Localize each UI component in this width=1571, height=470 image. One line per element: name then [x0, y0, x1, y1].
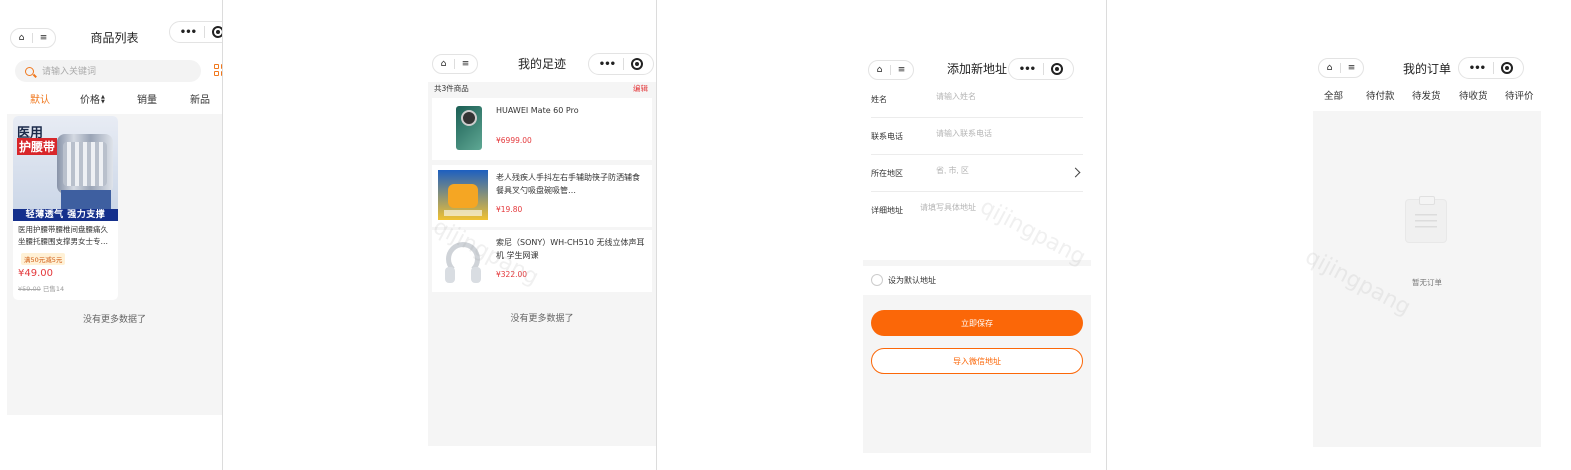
phone-label: 联系电话	[871, 132, 903, 141]
orders-screen: ⌂ ≡ 我的订单 ••• 全部 待付款 待发货 待收货 待评价 暂无订单	[1313, 55, 1541, 447]
close-target-icon[interactable]	[212, 26, 222, 38]
capsule-separator	[622, 58, 624, 70]
region-row[interactable]: 所在地区	[871, 156, 1083, 192]
product-image	[438, 104, 488, 154]
product-name: 老人残疾人手抖左右手辅助筷子防洒辅食餐具叉勺吸盘碗吸管…	[496, 173, 640, 195]
mini-program-capsule: •••	[169, 21, 222, 43]
headphone-graphic	[445, 242, 481, 283]
capsule-separator	[203, 26, 205, 38]
phone-graphic	[456, 106, 482, 150]
more-icon[interactable]: •••	[599, 59, 616, 70]
coupon-badge: 满50元减5元	[21, 253, 66, 265]
tab-pending-review[interactable]: 待评价	[1505, 88, 1534, 106]
product-name: HUAWEI Mate 60 Pro	[496, 106, 579, 115]
tab-pending-receipt[interactable]: 待收货	[1459, 88, 1488, 106]
product-price: ¥49.00	[18, 268, 53, 279]
section-gap	[863, 260, 1091, 266]
capsule-separator	[1042, 63, 1044, 75]
name-field[interactable]	[936, 92, 1076, 101]
tab-price[interactable]: 价格▲▼	[80, 92, 107, 110]
belt-graphic	[57, 134, 113, 194]
search-icon	[25, 66, 34, 76]
more-icon[interactable]: •••	[1469, 63, 1486, 74]
sort-arrows-icon: ▲▼	[101, 94, 105, 105]
no-more-text: 没有更多数据了	[82, 315, 146, 325]
footprint-item[interactable]: HUAWEI Mate 60 Pro ¥6999.00	[432, 98, 652, 160]
default-label: 设为默认地址	[888, 275, 936, 285]
nav-bar: ⌂ ≡ 商品列表 •••	[7, 21, 222, 53]
tab-all[interactable]: 全部	[1324, 88, 1343, 106]
save-button[interactable]: 立即保存	[871, 310, 1083, 336]
close-target-icon[interactable]	[1051, 63, 1064, 75]
import-wechat-address-button[interactable]: 导入微信地址	[871, 348, 1083, 374]
region-label: 所在地区	[871, 169, 903, 178]
image-banner: 轻薄透气 强力支撑	[13, 209, 118, 221]
region-field[interactable]	[936, 166, 1076, 175]
product-price: ¥6999.00	[496, 136, 532, 145]
product-card[interactable]: 医用 护腰带 轻薄透气 强力支撑 医用护腰带腰椎间盘腰痛久坐腰托腰围支撑男女士专…	[13, 116, 118, 300]
mini-program-capsule: •••	[1008, 58, 1074, 80]
divider	[222, 0, 223, 470]
no-more-text: 没有更多数据了	[510, 314, 574, 324]
product-price: ¥19.80	[496, 205, 523, 214]
order-tabs: 全部 待付款 待发货 待收货 待评价	[1313, 88, 1541, 106]
detail-address-field[interactable]	[920, 203, 1060, 212]
tab-pending-payment[interactable]: 待付款	[1366, 88, 1395, 106]
footprint-screen: ⌂ ≡ 我的足迹 ••• 共3件商品 编辑 HUAWEI Mate 60 Pro…	[428, 47, 656, 446]
close-target-icon[interactable]	[631, 58, 644, 70]
search-input[interactable]	[42, 66, 182, 76]
product-image: 医用 护腰带 轻薄透气 强力支撑	[13, 116, 118, 221]
sold-count: 已售14	[42, 285, 65, 293]
product-price: ¥322.00	[496, 270, 528, 279]
detail-address-label: 详细地址	[871, 206, 903, 215]
nav-bar: ⌂ ≡ 我的足迹 •••	[428, 49, 656, 79]
tab-default[interactable]: 默认	[30, 92, 50, 110]
phone-field[interactable]	[936, 129, 1076, 138]
tab-price-label: 价格	[80, 95, 100, 106]
name-row: 姓名	[871, 82, 1083, 118]
content-background: 暂无订单	[1313, 111, 1541, 447]
more-icon[interactable]: •••	[1019, 64, 1036, 75]
product-title: 医用护腰带腰椎间盘腰痛久坐腰托腰围支撑男女士专…	[18, 225, 108, 246]
tab-sales[interactable]: 销量	[137, 92, 157, 110]
tab-new[interactable]: 新品	[190, 92, 210, 110]
search-bar[interactable]	[15, 60, 201, 82]
default-address-toggle[interactable]: 设为默认地址	[871, 271, 936, 289]
footprint-item[interactable]: 老人残疾人手抖左右手辅助筷子防洒辅食餐具叉勺吸盘碗吸管… ¥19.80	[432, 165, 652, 227]
more-icon[interactable]: •••	[180, 27, 197, 38]
utensil-graphic	[438, 170, 488, 220]
mini-program-capsule: •••	[1458, 57, 1524, 79]
count-bar: 共3件商品 编辑	[428, 82, 656, 96]
tab-pending-shipment[interactable]: 待发货	[1412, 88, 1441, 106]
image-text: 护腰带	[17, 138, 58, 155]
divider	[1106, 0, 1107, 470]
default-radio[interactable]	[871, 274, 883, 286]
capsule-separator	[1492, 62, 1494, 74]
edit-button[interactable]: 编辑	[633, 82, 648, 96]
chevron-right-icon[interactable]	[1070, 167, 1081, 178]
name-label: 姓名	[871, 95, 887, 104]
empty-orders-text: 暂无订单	[1412, 278, 1442, 287]
close-target-icon[interactable]	[1501, 62, 1514, 74]
product-list-screen: ⌂ ≡ 商品列表 ••• 默认 价格▲▼ 销量 新品 医用 护腰带 轻薄透气 强…	[7, 0, 222, 415]
product-name: 索尼（SONY）WH-CH510 无线立体声耳机 学生网课	[496, 238, 645, 260]
phone-row: 联系电话	[871, 119, 1083, 155]
add-address-screen: ⌂ ≡ 添加新地址 ••• 姓名 联系电话 所在地区 详细地址 设为默认地址 立…	[863, 55, 1091, 453]
product-image	[438, 236, 488, 286]
footprint-item[interactable]: 索尼（SONY）WH-CH510 无线立体声耳机 学生网课 ¥322.00	[432, 230, 652, 292]
sort-tabs: 默认 价格▲▼ 销量 新品	[7, 92, 222, 110]
item-count: 共3件商品	[434, 84, 469, 93]
empty-clipboard-icon	[1405, 196, 1447, 243]
divider	[656, 0, 657, 470]
layout-toggle-icon[interactable]	[214, 64, 222, 76]
nav-bar: ⌂ ≡ 添加新地址 •••	[863, 55, 1091, 85]
original-price: ¥59.00 已售14	[18, 283, 64, 293]
detail-address-row: 详细地址	[871, 193, 1083, 253]
product-image	[438, 170, 488, 220]
strike-price: ¥59.00	[18, 285, 41, 293]
mini-program-capsule: •••	[588, 53, 654, 75]
nav-bar: ⌂ ≡ 我的订单 •••	[1313, 55, 1541, 85]
